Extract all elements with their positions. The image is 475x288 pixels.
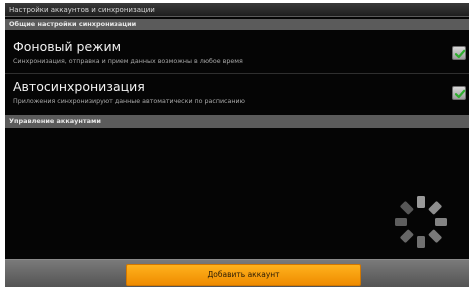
bottom-bar: Добавить аккаунт	[5, 259, 469, 287]
window-title: Настройки аккаунтов и синхронизации	[5, 3, 469, 17]
setting-title: Фоновый режим	[13, 39, 122, 54]
background-data-checkbox[interactable]	[452, 46, 466, 60]
spinner-icon	[395, 196, 447, 248]
setting-row-auto-sync[interactable]: Автосинхронизация Приложения синхронизир…	[5, 74, 469, 115]
section-header-general: Общие настройки синхронизации	[5, 19, 469, 30]
check-icon	[454, 49, 466, 59]
check-icon	[454, 89, 466, 99]
settings-screen: Настройки аккаунтов и синхронизации Общи…	[5, 3, 469, 287]
add-account-button[interactable]: Добавить аккаунт	[126, 264, 361, 286]
auto-sync-checkbox[interactable]	[452, 86, 466, 100]
section-header-accounts: Управление аккаунтами	[5, 115, 469, 128]
setting-row-background-data[interactable]: Фоновый режим Синхронизация, отправка и …	[5, 34, 469, 74]
setting-title: Автосинхронизация	[13, 79, 145, 94]
setting-summary: Синхронизация, отправка и прием данных в…	[13, 58, 243, 65]
setting-summary: Приложения синхронизируют данные автомат…	[13, 98, 245, 105]
